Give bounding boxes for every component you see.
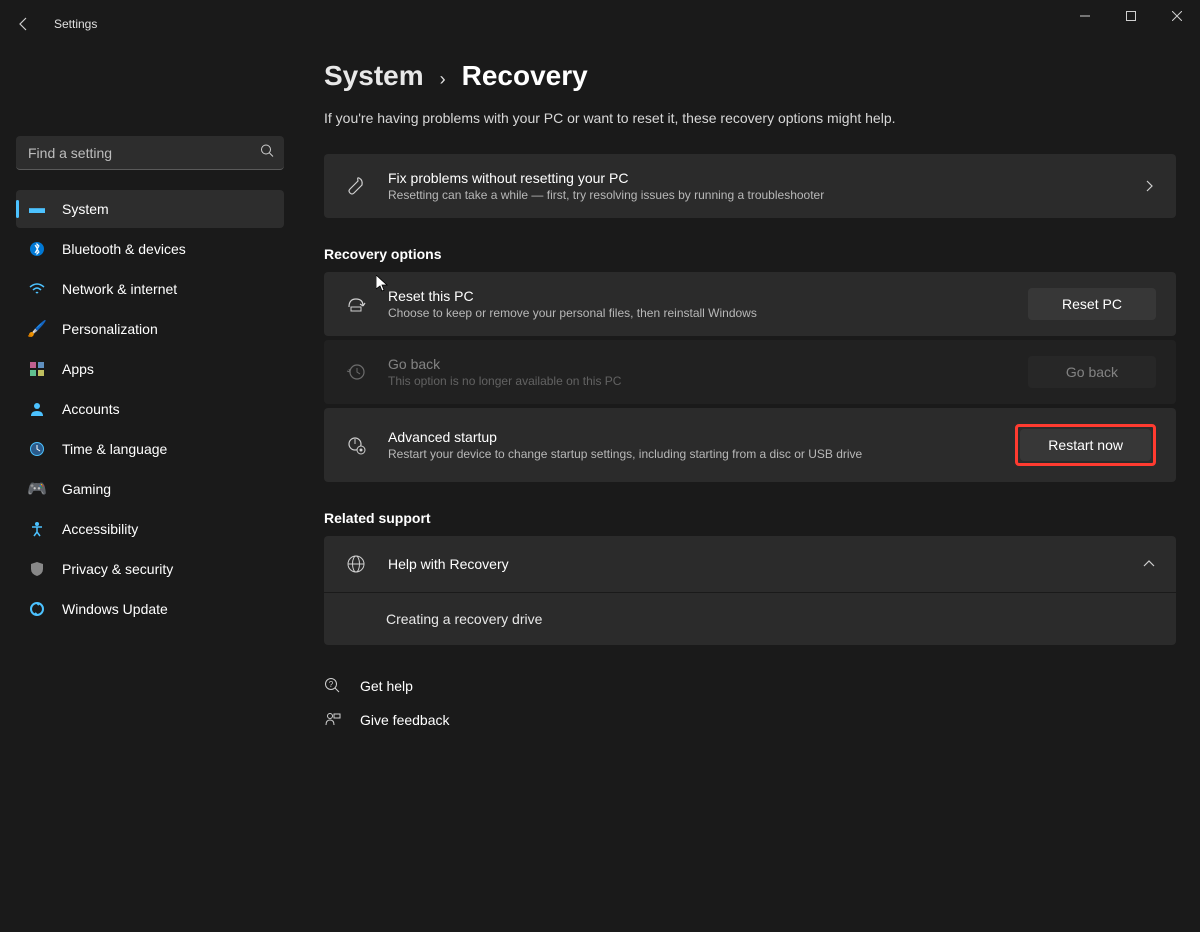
recovery-options-heading: Recovery options <box>324 246 1176 262</box>
close-button[interactable] <box>1154 0 1200 32</box>
nav-apps[interactable]: Apps <box>16 350 284 388</box>
chevron-right-icon: › <box>440 69 446 90</box>
chevron-right-icon <box>1142 179 1156 193</box>
minimize-button[interactable] <box>1062 0 1108 32</box>
nav-label: Apps <box>62 361 94 377</box>
nav-personalization[interactable]: 🖌️ Personalization <box>16 310 284 348</box>
nav-label: Privacy & security <box>62 561 173 577</box>
maximize-icon <box>1126 11 1136 21</box>
page-subtitle: If you're having problems with your PC o… <box>324 110 1176 126</box>
wifi-icon <box>28 280 46 298</box>
search-wrap <box>16 136 284 170</box>
power-gear-icon <box>344 433 368 457</box>
titlebar: Settings <box>0 0 1200 48</box>
back-button[interactable] <box>14 14 34 34</box>
display-icon: ▬ <box>28 200 46 218</box>
breadcrumb: System › Recovery <box>324 60 1176 92</box>
shield-icon <box>28 560 46 578</box>
close-icon <box>1172 11 1182 21</box>
go-back-card: Go back This option is no longer availab… <box>324 340 1176 404</box>
apps-icon <box>28 360 46 378</box>
nav-label: Accounts <box>62 401 120 417</box>
fix-problems-card[interactable]: Fix problems without resetting your PC R… <box>324 154 1176 218</box>
window-controls <box>1062 16 1200 32</box>
svg-text:?: ? <box>329 680 334 689</box>
maximize-button[interactable] <box>1108 0 1154 32</box>
footer-links: ? Get help Give feedback <box>324 669 1176 737</box>
nav-label: Time & language <box>62 441 167 457</box>
related-support-heading: Related support <box>324 510 1176 526</box>
restart-highlight: Restart now <box>1015 424 1156 466</box>
help-recovery-card[interactable]: Help with Recovery <box>324 536 1176 592</box>
nav-update[interactable]: Windows Update <box>16 590 284 628</box>
restart-now-button[interactable]: Restart now <box>1020 429 1151 461</box>
get-help-link[interactable]: ? Get help <box>324 669 1176 703</box>
search-icon <box>260 144 274 163</box>
search-input[interactable] <box>16 136 284 170</box>
card-title: Reset this PC <box>388 288 1008 304</box>
nav-privacy[interactable]: Privacy & security <box>16 550 284 588</box>
history-icon <box>344 360 368 384</box>
card-title: Go back <box>388 356 1008 372</box>
nav-list: ▬ System Bluetooth & devices Network & i… <box>4 186 296 634</box>
nav-gaming[interactable]: 🎮 Gaming <box>16 470 284 508</box>
card-desc: Resetting can take a while — first, try … <box>388 188 1122 202</box>
nav-label: Accessibility <box>62 521 138 537</box>
sidebar: ▬ System Bluetooth & devices Network & i… <box>0 48 300 932</box>
nav-label: System <box>62 201 109 217</box>
advanced-startup-card: Advanced startup Restart your device to … <box>324 408 1176 482</box>
help-icon: ? <box>324 677 342 695</box>
nav-bluetooth[interactable]: Bluetooth & devices <box>16 230 284 268</box>
card-title: Advanced startup <box>388 429 995 445</box>
card-title: Help with Recovery <box>388 556 1122 572</box>
recovery-drive-link[interactable]: Creating a recovery drive <box>324 592 1176 645</box>
card-desc: Choose to keep or remove your personal f… <box>388 306 1008 320</box>
card-title: Fix problems without resetting your PC <box>388 170 1122 186</box>
nav-system[interactable]: ▬ System <box>16 190 284 228</box>
breadcrumb-parent[interactable]: System <box>324 60 424 92</box>
feedback-icon <box>324 711 342 729</box>
nav-label: Network & internet <box>62 281 177 297</box>
main-content: System › Recovery If you're having probl… <box>300 48 1200 932</box>
chevron-up-icon <box>1142 557 1156 571</box>
nav-label: Personalization <box>62 321 158 337</box>
give-feedback-link[interactable]: Give feedback <box>324 703 1176 737</box>
bluetooth-icon <box>28 240 46 258</box>
app-title: Settings <box>54 17 97 31</box>
minimize-icon <box>1080 11 1090 21</box>
accessibility-icon <box>28 520 46 538</box>
card-desc: Restart your device to change startup se… <box>388 447 995 461</box>
nav-accounts[interactable]: Accounts <box>16 390 284 428</box>
nav-label: Windows Update <box>62 601 168 617</box>
nav-label: Bluetooth & devices <box>62 241 186 257</box>
card-desc: This option is no longer available on th… <box>388 374 1008 388</box>
reset-icon <box>344 292 368 316</box>
link-label: Give feedback <box>360 712 450 728</box>
reset-pc-button[interactable]: Reset PC <box>1028 288 1156 320</box>
link-label: Get help <box>360 678 413 694</box>
go-back-button: Go back <box>1028 356 1156 388</box>
nav-time[interactable]: Time & language <box>16 430 284 468</box>
person-icon <box>28 400 46 418</box>
update-icon <box>28 600 46 618</box>
paintbrush-icon: 🖌️ <box>28 320 46 338</box>
arrow-left-icon <box>16 16 32 32</box>
wrench-icon <box>344 174 368 198</box>
nav-label: Gaming <box>62 481 111 497</box>
gamepad-icon: 🎮 <box>28 480 46 498</box>
nav-network[interactable]: Network & internet <box>16 270 284 308</box>
breadcrumb-current: Recovery <box>462 60 588 92</box>
nav-accessibility[interactable]: Accessibility <box>16 510 284 548</box>
reset-pc-card: Reset this PC Choose to keep or remove y… <box>324 272 1176 336</box>
globe-icon <box>344 552 368 576</box>
clock-icon <box>28 440 46 458</box>
